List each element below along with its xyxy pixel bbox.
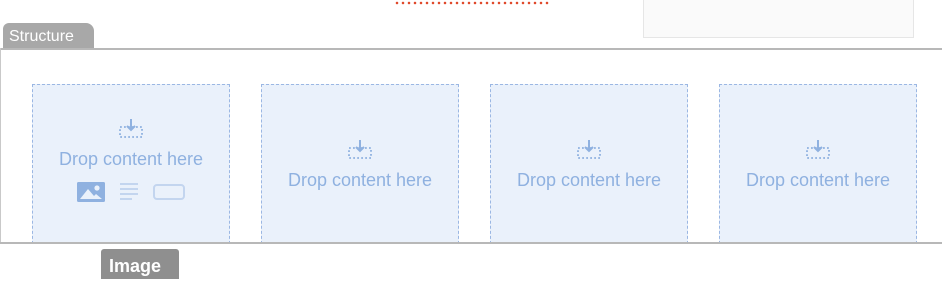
drop-content-label: Drop content here: [58, 148, 204, 169]
drop-position-indicator: [394, 1, 550, 5]
structure-tab-label: Structure: [9, 28, 74, 45]
content-block-preview: [643, 0, 914, 38]
structure-column-3[interactable]: Drop content here: [490, 84, 688, 244]
image-icon[interactable]: [77, 181, 105, 202]
drop-content-icon: [119, 118, 143, 138]
structure-column-4[interactable]: Drop content here: [719, 84, 917, 244]
structure-tab[interactable]: Structure: [3, 23, 94, 49]
structure-top-border: [0, 48, 942, 50]
structure-column-1[interactable]: Drop content here: [32, 84, 230, 244]
structure-bottom-border: [0, 242, 942, 244]
drop-content-icon: [348, 139, 372, 159]
drop-content-label: Drop content here: [745, 169, 891, 190]
drop-content-label: Drop content here: [287, 169, 433, 190]
structure-column-2[interactable]: Drop content here: [261, 84, 459, 244]
drop-content-icon: [806, 139, 830, 159]
content-type-toolbar: [77, 181, 185, 202]
button-icon[interactable]: [153, 183, 185, 200]
text-icon[interactable]: [119, 182, 139, 202]
image-tooltip: Image: [101, 249, 179, 279]
drop-content-label: Drop content here: [516, 169, 662, 190]
tooltip-label: Image: [109, 256, 162, 276]
structure-left-border: [0, 48, 1, 244]
drop-content-icon: [577, 139, 601, 159]
